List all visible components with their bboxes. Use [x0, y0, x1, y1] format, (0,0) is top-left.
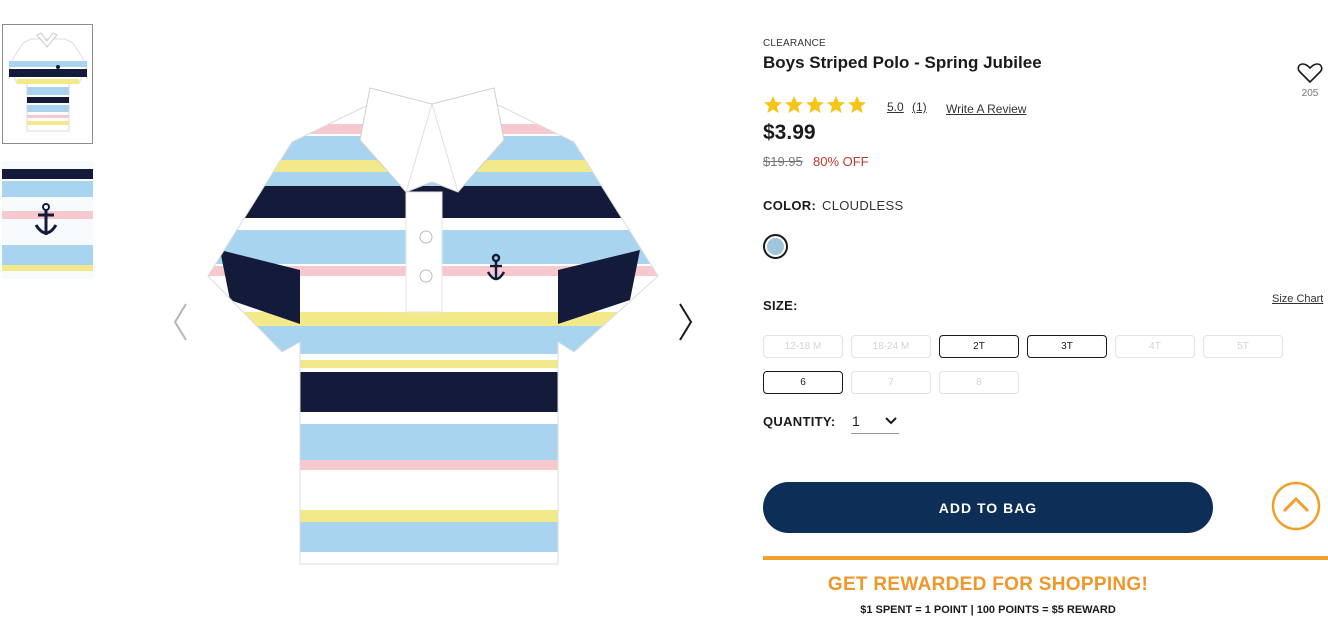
sale-price: $3.99: [763, 121, 816, 144]
star-icon: [785, 96, 803, 113]
chevron-up-icon: [1271, 481, 1321, 531]
color-value: CLOUDLESS: [822, 198, 904, 213]
chevron-left-icon: [173, 303, 187, 341]
size-option-6[interactable]: 6: [763, 371, 843, 394]
swatch-fill: [767, 238, 784, 255]
thumbnail-detail[interactable]: [2, 161, 93, 279]
discount-badge: 80% OFF: [813, 154, 869, 169]
rewards-divider: [763, 556, 1328, 560]
color-label: COLOR:: [763, 198, 817, 213]
favorite-count: 205: [1301, 88, 1319, 99]
size-option-2t[interactable]: 2T: [939, 335, 1019, 358]
chevron-down-icon: [885, 417, 897, 425]
product-page: CLEARANCE Boys Striped Polo - Spring Jub…: [0, 0, 1328, 622]
product-title: Boys Striped Polo - Spring Jubilee: [763, 53, 1042, 72]
rewards-title: GET REWARDED FOR SHOPPING!: [827, 574, 1149, 595]
product-info: CLEARANCE Boys Striped Polo - Spring Jub…: [763, 0, 1328, 622]
star-icon: [827, 96, 845, 113]
rewards-subtitle: $1 SPENT = 1 POINT | 100 POINTS = $5 REW…: [860, 604, 1116, 616]
size-option-3t[interactable]: 3T: [1027, 335, 1107, 358]
favorite-button[interactable]: [1297, 62, 1323, 89]
original-price: $19.95: [763, 154, 803, 169]
thumbnail-front[interactable]: [2, 24, 93, 144]
rating-stars: [763, 95, 867, 115]
size-chart-link[interactable]: Size Chart: [1272, 293, 1323, 305]
size-option-4t[interactable]: 4T: [1115, 335, 1195, 358]
star-icon: [806, 96, 824, 113]
chevron-right-icon: [679, 303, 693, 341]
heart-icon: [1297, 63, 1323, 84]
rating-value-link[interactable]: 5.0: [887, 100, 904, 114]
next-image-button[interactable]: [676, 300, 696, 344]
back-to-top-button[interactable]: [1271, 481, 1321, 531]
size-label: SIZE:: [763, 298, 798, 313]
quantity-select[interactable]: 1: [851, 410, 899, 434]
quantity-label: QUANTITY:: [763, 414, 836, 429]
rating-count-link[interactable]: (1): [912, 100, 927, 114]
star-icon: [848, 96, 866, 113]
main-product-image: [200, 80, 670, 580]
size-option-5t[interactable]: 5T: [1203, 335, 1283, 358]
write-review-link[interactable]: Write A Review: [946, 102, 1026, 116]
add-to-bag-button[interactable]: ADD TO BAG: [763, 482, 1213, 533]
size-option-7[interactable]: 7: [851, 371, 931, 394]
prev-image-button[interactable]: [170, 300, 190, 344]
size-option-12-18m[interactable]: 12-18 M: [763, 335, 843, 358]
quantity-value: 1: [852, 413, 860, 429]
size-option-18-24m[interactable]: 18-24 M: [851, 335, 931, 358]
size-option-8[interactable]: 8: [939, 371, 1019, 394]
star-icon: [764, 96, 782, 113]
color-swatch-cloudless[interactable]: [763, 234, 788, 259]
clearance-label: CLEARANCE: [763, 38, 826, 49]
